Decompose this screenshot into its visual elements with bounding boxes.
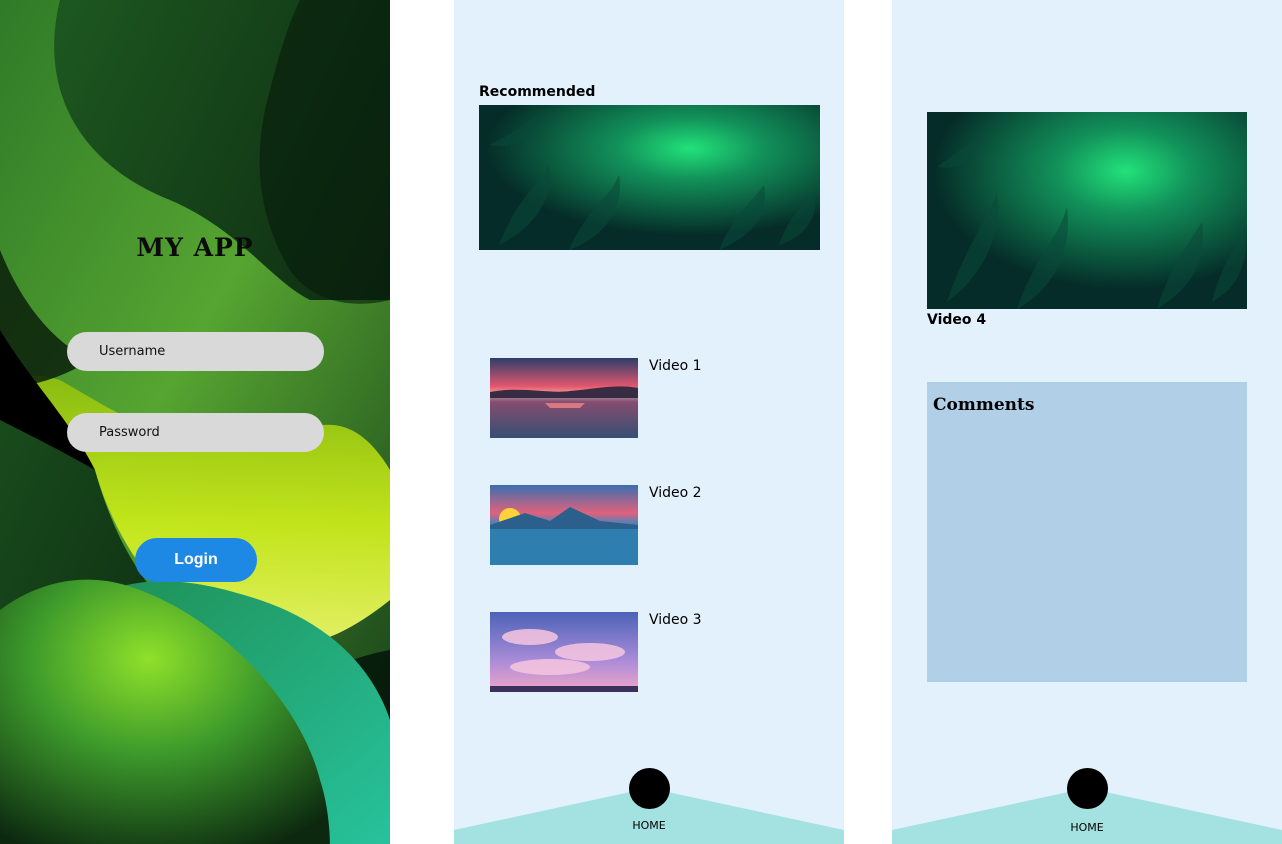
video-list-item[interactable]: Video 3 <box>490 612 810 692</box>
video-list-item[interactable]: Video 1 <box>490 358 810 438</box>
video-1-title: Video 1 <box>649 358 702 374</box>
recommended-video-thumbnail[interactable] <box>479 105 820 250</box>
home-nav-label[interactable]: HOME <box>454 819 844 832</box>
login-screen: MY APP Login <box>0 0 390 844</box>
comments-heading: Comments <box>933 395 1035 415</box>
video-2-thumbnail <box>490 485 638 565</box>
home-screen: Recommended Video 1 Video 2 Video 3 HOME <box>454 0 844 844</box>
password-input[interactable] <box>67 413 324 452</box>
login-button[interactable]: Login <box>135 538 257 582</box>
video-list-item[interactable]: Video 2 <box>490 485 810 565</box>
video-player-screen: Video 4 Comments HOME <box>892 0 1282 844</box>
home-dot-icon[interactable] <box>1067 768 1108 809</box>
video-2-title: Video 2 <box>649 485 702 501</box>
video-title: Video 4 <box>927 312 987 328</box>
video-player[interactable] <box>927 112 1247 309</box>
bottom-nav: HOME <box>454 768 844 844</box>
video-3-title: Video 3 <box>649 612 702 628</box>
video-1-thumbnail <box>490 358 638 438</box>
home-nav-label[interactable]: HOME <box>892 821 1282 834</box>
recommended-heading: Recommended <box>479 84 596 100</box>
home-dot-icon[interactable] <box>629 768 670 809</box>
video-3-thumbnail <box>490 612 638 692</box>
app-title: MY APP <box>136 233 254 262</box>
username-input[interactable] <box>67 332 324 371</box>
bottom-nav: HOME <box>892 768 1282 844</box>
comments-panel: Comments <box>927 382 1247 682</box>
